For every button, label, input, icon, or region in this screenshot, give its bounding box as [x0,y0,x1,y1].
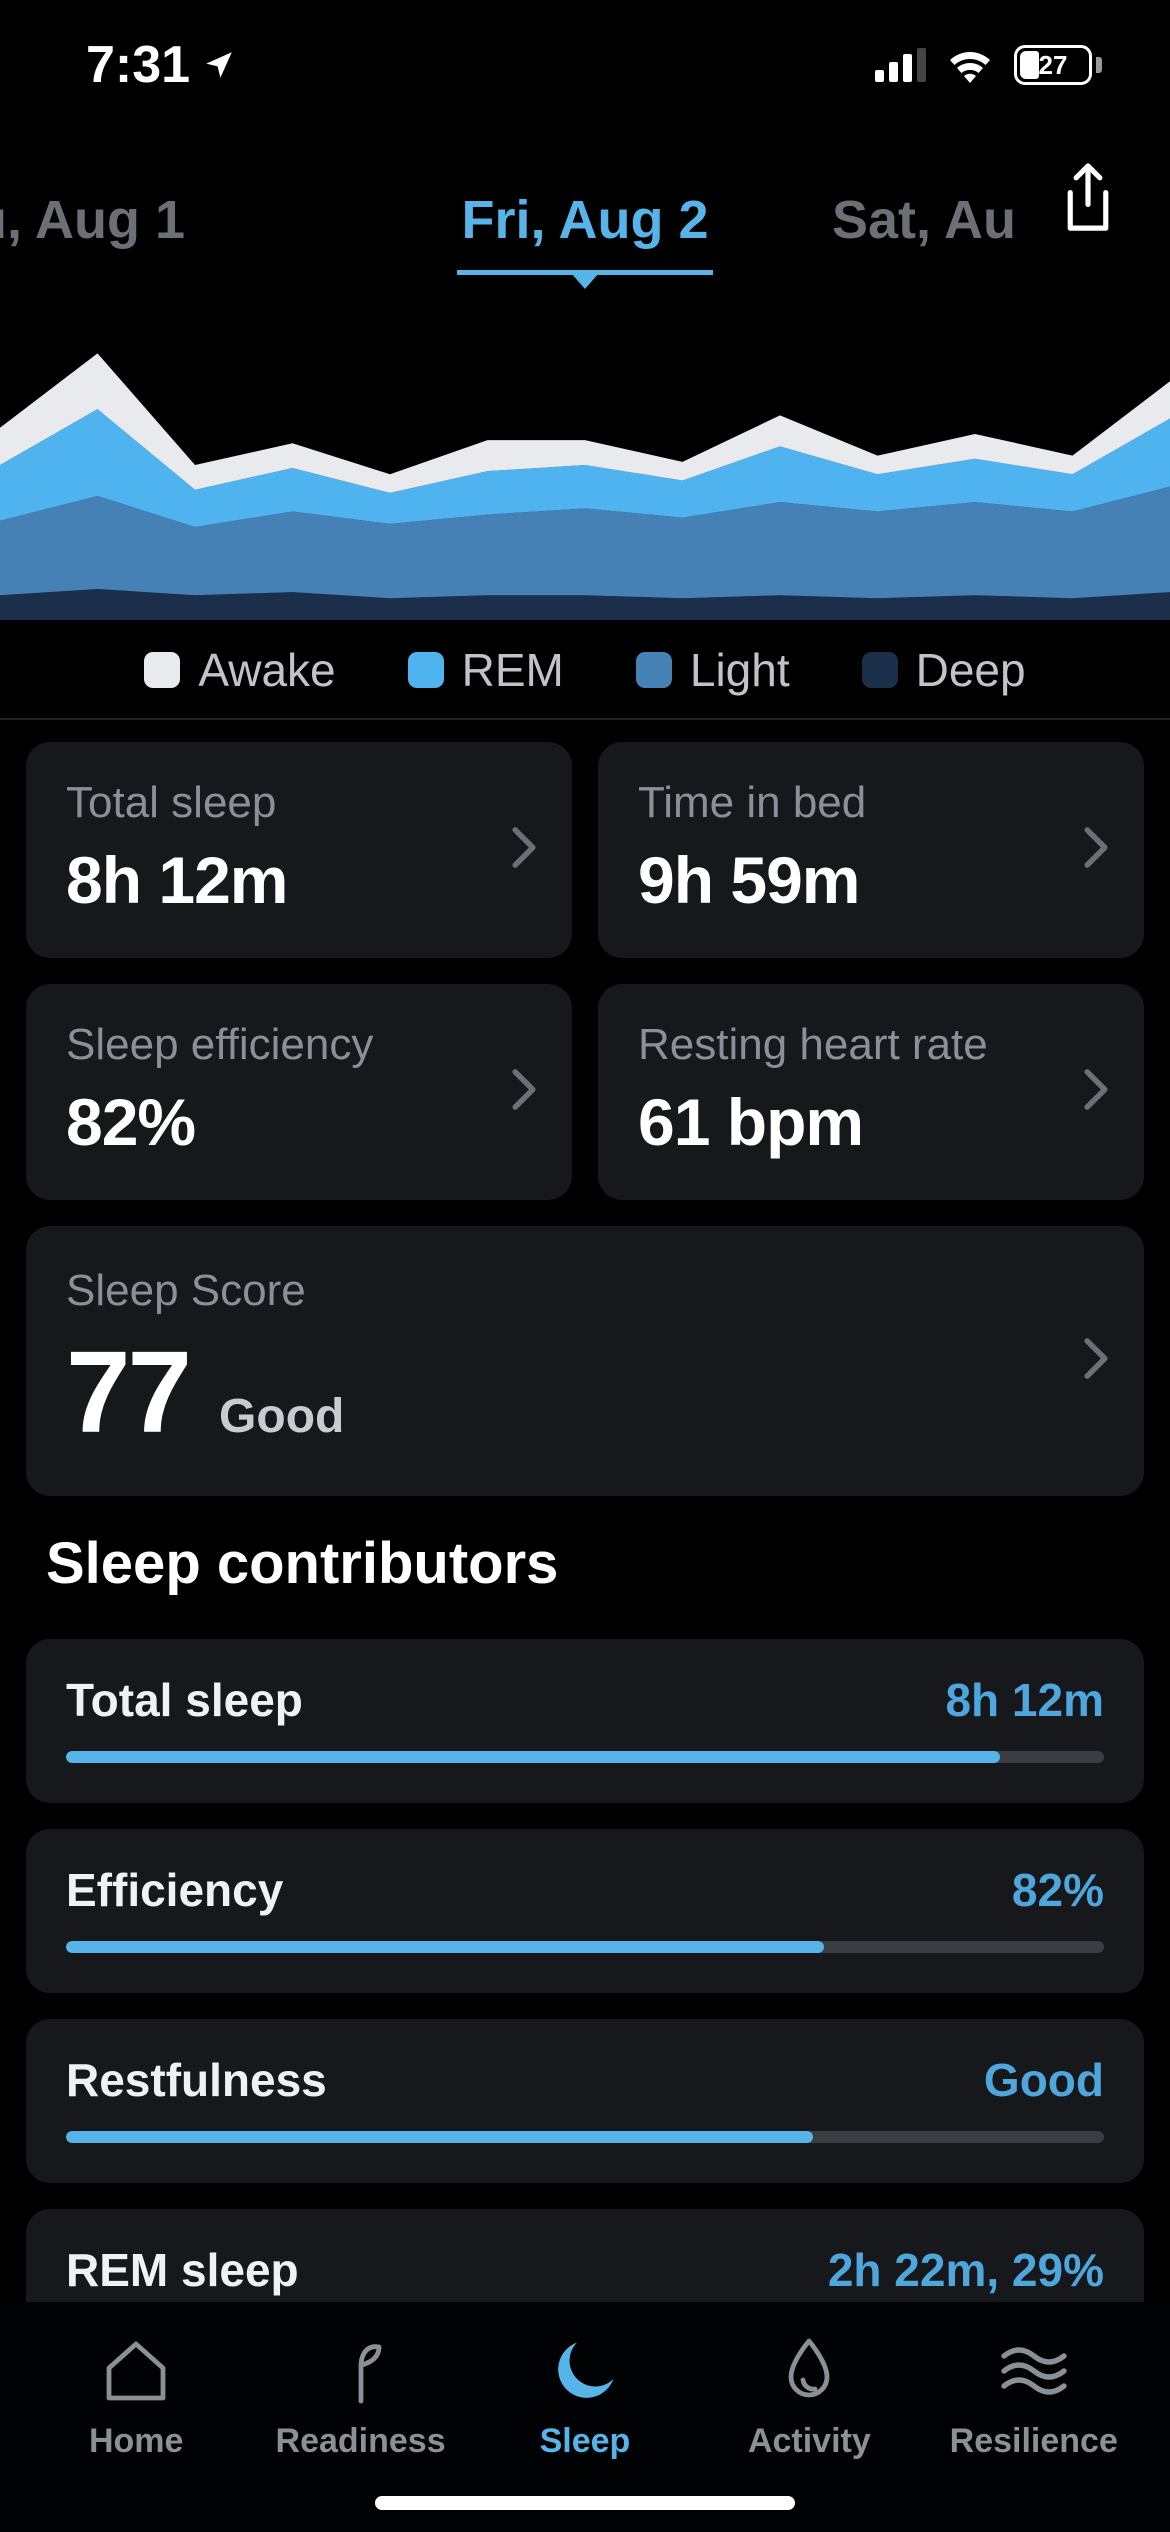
card-value: 9h 59m [638,842,1104,918]
wifi-icon [946,47,994,83]
card-resting-heart-rate[interactable]: Resting heart rate 61 bpm [598,984,1144,1200]
card-sleep-efficiency[interactable]: Sleep efficiency 82% [26,984,572,1200]
contributor-total-sleep[interactable]: Total sleep 8h 12m [26,1639,1144,1803]
card-sleep-score[interactable]: Sleep Score 77 Good [26,1226,1144,1496]
card-value: 61 bpm [638,1084,1104,1160]
date-selector[interactable]: u, Aug 1 Fri, Aug 2 Sat, Au [0,160,1170,280]
tab-resilience[interactable]: Resilience [934,2326,1134,2461]
status-time: 7:31 [86,35,190,95]
contributor-value: 82% [1012,1863,1104,1917]
status-right: 27 [875,45,1102,85]
resilience-icon [998,2326,1070,2416]
card-value: 82% [66,1084,532,1160]
tab-sleep[interactable]: Sleep [485,2326,685,2461]
contributor-bar [66,2131,1104,2143]
legend-label-awake: Awake [198,643,335,697]
tab-readiness[interactable]: Readiness [261,2326,461,2461]
card-label: Resting heart rate [638,1020,1104,1070]
card-label: Time in bed [638,778,1104,828]
date-current[interactable]: Fri, Aug 2 [457,189,712,251]
chart-legend: Awake REM Light Deep [0,630,1170,720]
status-left: 7:31 [86,35,236,95]
legend-label-rem: REM [462,643,564,697]
card-label: Sleep Score [66,1266,1104,1316]
sleep-icon [547,2326,623,2416]
card-time-in-bed[interactable]: Time in bed 9h 59m [598,742,1144,958]
contributors-list: Total sleep 8h 12m Efficiency 82% Restfu… [26,1639,1144,2373]
contributors-title: Sleep contributors [46,1530,1144,1597]
card-label: Total sleep [66,778,532,828]
contributor-value: 8h 12m [945,1673,1104,1727]
legend-deep: Deep [862,643,1026,697]
legend-swatch-awake [144,652,180,688]
card-label: Sleep efficiency [66,1020,532,1070]
tab-label: Activity [748,2422,871,2461]
contributor-value: 2h 22m, 29% [828,2243,1104,2297]
sleep-contributors-section: Sleep contributors Total sleep 8h 12m Ef… [26,1530,1144,2373]
contributor-bar [66,1751,1104,1763]
contributor-label: REM sleep [66,2243,299,2297]
tab-home[interactable]: Home [36,2326,236,2461]
contributor-label: Restfulness [66,2053,327,2107]
sleep-score-tag: Good [219,1389,344,1444]
share-icon [1058,163,1118,237]
chevron-right-icon [1082,826,1110,875]
contributor-value: Good [984,2053,1104,2107]
tab-label: Resilience [950,2422,1118,2461]
home-icon [100,2326,172,2416]
tab-label: Readiness [276,2422,446,2461]
tab-activity[interactable]: Activity [709,2326,909,2461]
chevron-right-icon [1082,1068,1110,1117]
sleep-stages-chart[interactable] [0,340,1170,620]
legend-swatch-deep [862,652,898,688]
share-button[interactable] [1048,155,1128,245]
legend-awake: Awake [144,643,335,697]
metric-cards: Total sleep 8h 12m Time in bed 9h 59m Sl… [26,742,1144,1496]
legend-rem: REM [408,643,564,697]
contributor-efficiency[interactable]: Efficiency 82% [26,1829,1144,1993]
status-bar: 7:31 27 [0,0,1170,130]
readiness-icon [325,2326,397,2416]
legend-label-light: Light [690,643,790,697]
date-next[interactable]: Sat, Au [828,189,1020,251]
contributor-label: Total sleep [66,1673,303,1727]
contributor-fill [66,2131,813,2143]
contributor-restfulness[interactable]: Restfulness Good [26,2019,1144,2183]
tab-label: Home [89,2422,183,2461]
cellular-signal-icon [875,48,926,82]
legend-swatch-light [636,652,672,688]
date-caret-icon [571,273,599,289]
card-total-sleep[interactable]: Total sleep 8h 12m [26,742,572,958]
legend-swatch-rem [408,652,444,688]
chevron-right-icon [510,826,538,875]
home-indicator[interactable] [375,2496,795,2510]
sleep-score-value: 77 [66,1334,189,1450]
contributor-fill [66,1941,824,1953]
contributor-bar [66,1941,1104,1953]
chevron-right-icon [1082,1337,1110,1386]
tab-label: Sleep [540,2422,631,2461]
activity-icon [773,2326,845,2416]
legend-light: Light [636,643,790,697]
battery-indicator: 27 [1014,45,1102,85]
contributor-label: Efficiency [66,1863,283,1917]
date-current-label: Fri, Aug 2 [461,190,708,250]
chevron-right-icon [510,1068,538,1117]
date-prev[interactable]: u, Aug 1 [0,189,189,251]
card-value: 8h 12m [66,842,532,918]
legend-label-deep: Deep [916,643,1026,697]
battery-percent: 27 [1039,50,1068,81]
contributor-fill [66,1751,1000,1763]
location-services-icon [202,48,236,82]
